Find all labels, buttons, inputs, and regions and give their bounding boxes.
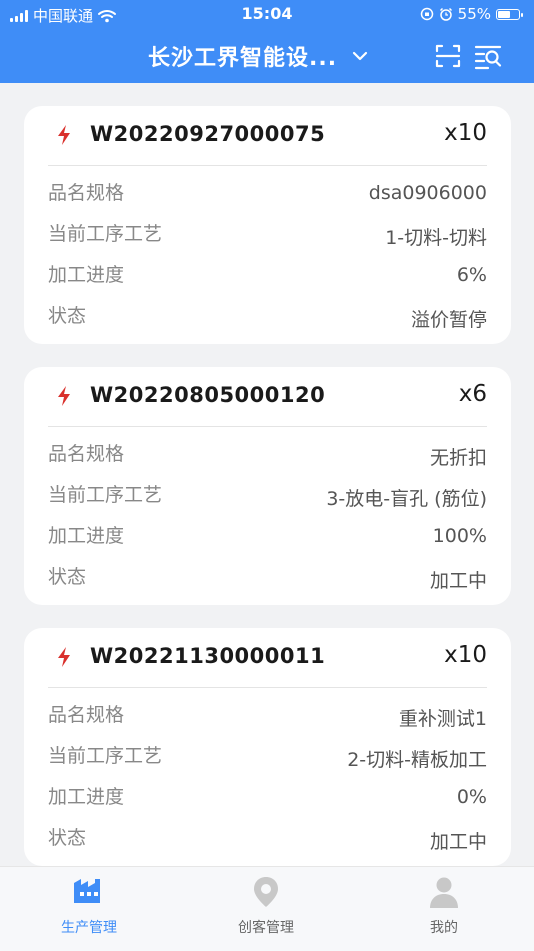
lightning-bolt-icon <box>58 125 70 145</box>
order-quantity: x6 <box>458 381 487 407</box>
alarm-icon <box>439 7 452 21</box>
lightning-bolt-icon <box>58 386 70 406</box>
field-progress: 加工进度 0% <box>48 782 487 812</box>
order-card[interactable]: W20220927000075 x10 品名规格 dsa0906000 当前工序… <box>24 106 511 344</box>
field-value: 溢价暂停 <box>410 309 487 331</box>
field-label: 加工进度 <box>48 264 125 286</box>
field-process: 当前工序工艺 1-切料-切料 <box>48 219 487 249</box>
field-value: 0% <box>456 786 487 808</box>
order-card[interactable]: W20221130000011 x10 品名规格 重补测试1 当前工序工艺 2-… <box>24 628 511 866</box>
field-label: 当前工序工艺 <box>48 484 163 506</box>
app-header: 中国联通 15:04 55% 长沙工界智能设... <box>0 0 534 83</box>
order-quantity: x10 <box>444 642 487 668</box>
field-progress: 加工进度 100% <box>48 521 487 551</box>
status-bar: 中国联通 15:04 55% <box>0 0 534 28</box>
tab-production[interactable]: 生产管理 <box>39 875 139 937</box>
field-label: 品名规格 <box>48 704 125 726</box>
page-title: 长沙工界智能设... <box>148 46 338 71</box>
tab-mine[interactable]: 我的 <box>394 875 494 937</box>
filter-search-icon[interactable] <box>474 42 502 70</box>
field-spec: 品名规格 无折扣 <box>48 439 487 469</box>
field-process: 当前工序工艺 2-切料-精板加工 <box>48 741 487 771</box>
field-label: 当前工序工艺 <box>48 745 163 767</box>
scan-icon[interactable] <box>434 42 462 70</box>
field-progress: 加工进度 6% <box>48 260 487 290</box>
bottom-tab-bar: 生产管理 创客管理 我的 <box>0 866 534 951</box>
person-icon <box>430 877 458 908</box>
tab-label: 我的 <box>430 920 458 936</box>
field-label: 状态 <box>48 566 87 588</box>
field-label: 品名规格 <box>48 443 125 465</box>
field-value: 加工中 <box>429 831 487 853</box>
field-spec: 品名规格 重补测试1 <box>48 700 487 730</box>
field-label: 状态 <box>48 827 87 849</box>
order-card-header: W20220927000075 x10 <box>24 106 511 166</box>
field-value: 重补测试1 <box>398 708 487 730</box>
divider <box>48 687 487 688</box>
order-card-header: W20221130000011 x10 <box>24 628 511 688</box>
field-status: 状态 溢价暂停 <box>48 301 487 331</box>
field-process: 当前工序工艺 3-放电-盲孔 (筋位) <box>48 480 487 510</box>
field-value: dsa0906000 <box>368 182 487 204</box>
field-value: 无折扣 <box>429 447 487 469</box>
field-value: 6% <box>456 264 487 286</box>
factory-selector[interactable]: 长沙工界智能设... <box>148 40 369 72</box>
field-label: 当前工序工艺 <box>48 223 163 245</box>
divider <box>48 426 487 427</box>
field-label: 加工进度 <box>48 525 125 547</box>
divider <box>48 165 487 166</box>
order-card-header: W20220805000120 x6 <box>24 367 511 427</box>
lightning-bolt-icon <box>58 647 70 667</box>
battery-percent: 55% <box>457 5 491 23</box>
field-value: 3-放电-盲孔 (筋位) <box>326 488 487 510</box>
tab-label: 生产管理 <box>61 920 117 936</box>
chevron-down-icon <box>352 51 368 61</box>
order-number: W20220927000075 <box>90 122 326 146</box>
field-spec: 品名规格 dsa0906000 <box>48 178 487 208</box>
title-row: 长沙工界智能设... <box>0 36 534 76</box>
order-card[interactable]: W20220805000120 x6 品名规格 无折扣 当前工序工艺 3-放电-… <box>24 367 511 605</box>
field-label: 状态 <box>48 305 87 327</box>
field-value: 100% <box>432 525 487 547</box>
location-pin-icon <box>254 877 278 907</box>
order-quantity: x10 <box>444 120 487 146</box>
tab-label: 创客管理 <box>238 920 294 936</box>
factory-icon <box>74 879 100 903</box>
field-value: 2-切料-精板加工 <box>347 749 487 771</box>
battery-icon <box>496 8 523 20</box>
field-label: 加工进度 <box>48 786 125 808</box>
field-status: 状态 加工中 <box>48 823 487 853</box>
order-number: W20220805000120 <box>90 383 326 407</box>
order-number: W20221130000011 <box>90 644 326 668</box>
tab-maker[interactable]: 创客管理 <box>216 875 316 937</box>
status-right: 55% <box>420 5 523 23</box>
orientation-lock-icon <box>420 7 433 21</box>
field-value: 加工中 <box>429 570 487 592</box>
field-label: 品名规格 <box>48 182 125 204</box>
field-value: 1-切料-切料 <box>385 227 487 249</box>
field-status: 状态 加工中 <box>48 562 487 592</box>
